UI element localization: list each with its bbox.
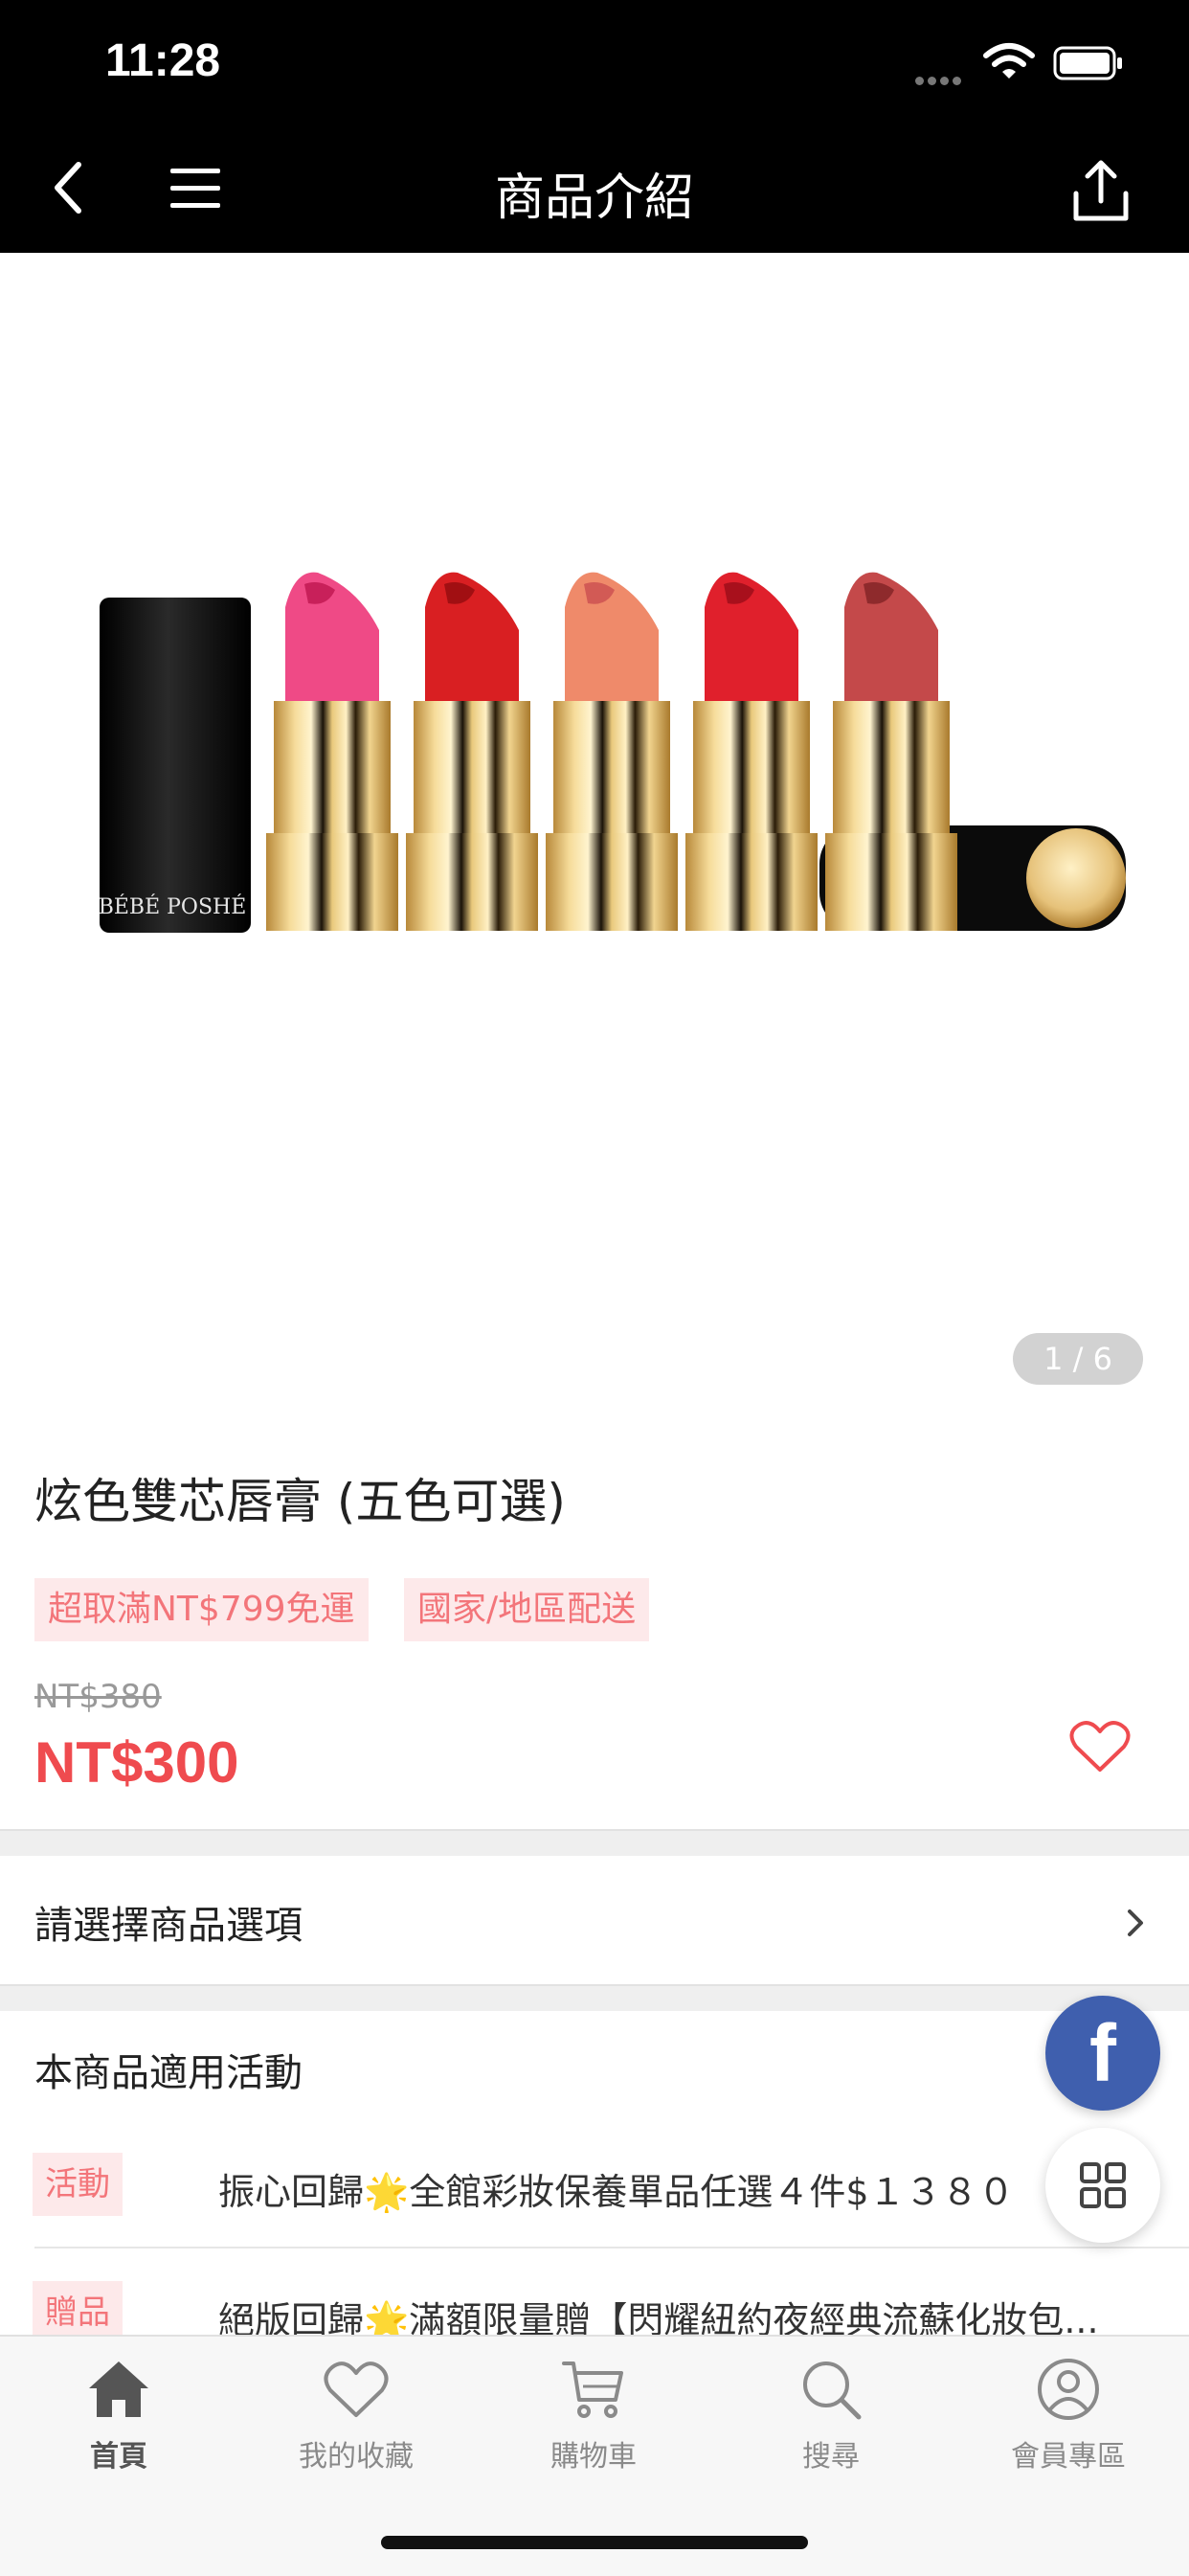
- signal-icon: [915, 71, 965, 89]
- menu-button[interactable]: [163, 157, 230, 220]
- facebook-button[interactable]: f: [1045, 1996, 1160, 2111]
- current-price: NT$300: [34, 1730, 239, 1795]
- tab-label: 購物車: [550, 2440, 637, 2474]
- back-button[interactable]: [38, 153, 105, 220]
- tab-label: 搜尋: [802, 2440, 860, 2474]
- activities-header: 本商品適用活動: [34, 2051, 303, 2095]
- wifi-icon: [983, 43, 1035, 79]
- hamburger-menu-icon: [170, 169, 220, 208]
- original-price: NT$380: [34, 1678, 162, 1716]
- cart-icon: [562, 2361, 623, 2418]
- chevron-left-icon: [55, 162, 81, 214]
- share-icon: [1073, 160, 1129, 221]
- activity-badge: 活動: [33, 2153, 123, 2216]
- share-button[interactable]: [1063, 153, 1139, 230]
- section-divider: [0, 1984, 1189, 2011]
- tab-home[interactable]: 首頁: [0, 2354, 237, 2488]
- chevron-right-icon: [1128, 1909, 1143, 1936]
- tab-cart[interactable]: 購物車: [475, 2354, 712, 2488]
- user-icon: [1038, 2359, 1099, 2420]
- lipstick-product-photo: BÉBÉ POSHÉ: [99, 572, 1126, 933]
- tab-label: 會員專區: [1011, 2440, 1126, 2474]
- list-divider: [34, 2247, 1189, 2248]
- tab-member[interactable]: 會員專區: [950, 2354, 1187, 2488]
- facebook-icon: f: [1089, 2008, 1116, 2098]
- section-divider: [0, 1829, 1189, 1856]
- image-page-indicator: 1 / 6: [1013, 1333, 1143, 1385]
- region-tag: 國家/地區配送: [404, 1578, 650, 1641]
- favorite-button[interactable]: [1068, 1718, 1132, 1775]
- heart-icon: [1069, 1721, 1131, 1772]
- heart-icon: [324, 2361, 389, 2417]
- home-indicator: [381, 2536, 808, 2549]
- product-title: 炫色雙芯唇膏 (五色可選): [34, 1474, 566, 1529]
- tab-label: 首頁: [90, 2440, 147, 2474]
- activity-link[interactable]: 振心回歸🌟全館彩妝保養單品任選４件$１３８０: [218, 2162, 1051, 2215]
- status-time: 11:28: [105, 35, 221, 86]
- quick-menu-button[interactable]: [1045, 2128, 1160, 2243]
- tab-search[interactable]: 搜尋: [712, 2354, 950, 2488]
- grid-icon: [1080, 2162, 1126, 2208]
- product-image-carousel[interactable]: BÉBÉ POSHÉ: [0, 253, 1189, 1398]
- battery-icon: [1053, 46, 1122, 80]
- shipping-tag: 超取滿NT$799免運: [34, 1578, 369, 1641]
- brand-logo-text: BÉBÉ POSHÉ: [99, 893, 247, 919]
- search-icon: [803, 2361, 862, 2420]
- home-icon: [89, 2361, 148, 2417]
- select-options-label: 請選擇商品選項: [34, 1904, 303, 1948]
- tab-label: 我的收藏: [299, 2440, 414, 2474]
- tab-favorites[interactable]: 我的收藏: [237, 2354, 475, 2488]
